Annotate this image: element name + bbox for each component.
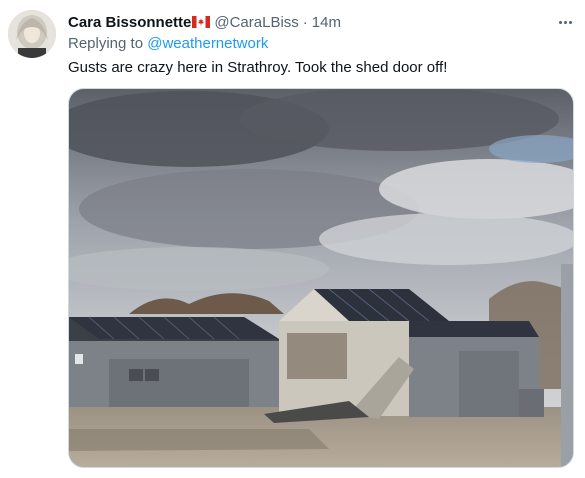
- tweet[interactable]: Cara Bissonnette @CaraLBiss · 14m Replyi…: [0, 0, 585, 478]
- user-handle[interactable]: @CaraLBiss: [214, 14, 298, 31]
- more-options-icon[interactable]: [554, 12, 576, 32]
- canada-flag-icon: [192, 16, 211, 28]
- replying-to: Replying to @weathernetwork: [68, 35, 268, 52]
- tweet-text: Gusts are crazy here in Strathroy. Took …: [68, 59, 448, 76]
- tweet-photo[interactable]: [68, 88, 574, 468]
- separator-dot: ·: [302, 13, 308, 31]
- display-name[interactable]: Cara Bissonnette: [68, 14, 191, 31]
- replying-to-link[interactable]: @weathernetwork: [147, 35, 268, 52]
- tweet-header: Cara Bissonnette @CaraLBiss · 14m: [68, 12, 568, 32]
- replying-prefix: Replying to: [68, 35, 144, 52]
- timestamp[interactable]: 14m: [312, 14, 341, 31]
- avatar[interactable]: [8, 10, 56, 58]
